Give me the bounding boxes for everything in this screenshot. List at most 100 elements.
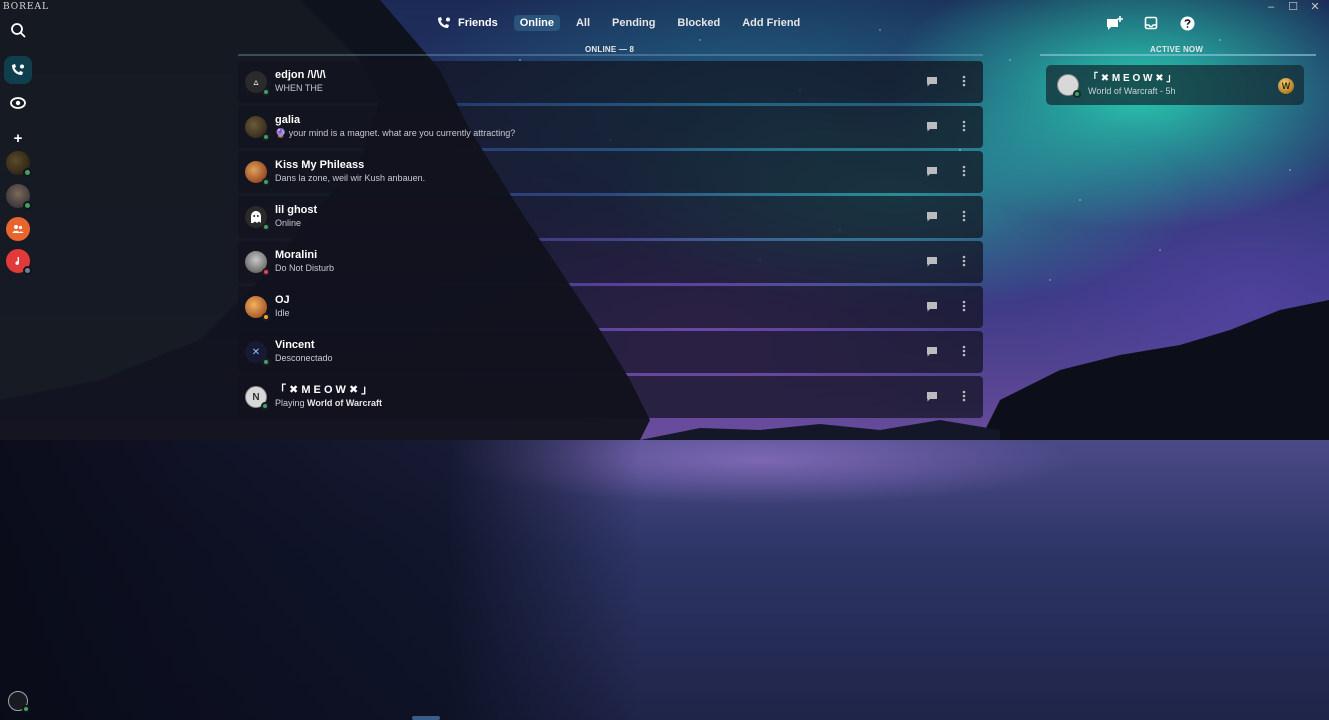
status-idle-icon	[262, 313, 270, 321]
chat-bubble-icon	[927, 391, 937, 401]
chat-bubble-icon	[927, 76, 937, 86]
maximize-button[interactable]: ☐	[1287, 1, 1299, 13]
message-button[interactable]	[925, 209, 939, 223]
more-options-button[interactable]	[957, 344, 971, 358]
inbox-icon	[1144, 16, 1158, 30]
tab-all[interactable]: All	[570, 15, 596, 31]
vertical-dots-icon	[962, 345, 966, 357]
friends-home-button[interactable]	[4, 56, 32, 84]
friends-phone-icon	[12, 64, 24, 75]
avatar-glyph: ▵	[253, 76, 259, 88]
server-icon[interactable]	[6, 151, 32, 177]
more-options-button[interactable]	[957, 254, 971, 268]
vertical-dots-icon	[962, 210, 966, 222]
server-icon[interactable]	[6, 184, 32, 210]
friend-name: Kiss My Phileass	[275, 159, 365, 171]
status-online-icon	[22, 705, 30, 713]
friend-row[interactable]: N 「 ✖ M E O W ✖ 」 Playing World of Warcr…	[238, 376, 983, 418]
friend-status-text: 🔮 your mind is a magnet. what are you cu…	[275, 128, 516, 138]
more-options-button[interactable]	[957, 209, 971, 223]
message-button[interactable]	[925, 344, 939, 358]
vertical-dots-icon	[962, 300, 966, 312]
status-online-icon	[262, 358, 270, 366]
chat-bubble-icon	[927, 346, 937, 356]
vertical-dots-icon	[962, 390, 966, 402]
help-button[interactable]	[1178, 14, 1196, 32]
status-online-icon	[262, 88, 270, 96]
status-online-icon	[23, 201, 32, 210]
status-offline-icon	[23, 266, 32, 275]
more-options-button[interactable]	[957, 119, 971, 133]
friends-heading: Friends	[436, 16, 498, 30]
avatar-glyph: N	[252, 391, 260, 403]
chat-bubble-icon	[927, 301, 937, 311]
search-button[interactable]	[4, 16, 32, 44]
friend-row[interactable]: OJ Idle	[238, 286, 983, 328]
friend-row[interactable]: Moralini Do Not Disturb	[238, 241, 983, 283]
tab-blocked[interactable]: Blocked	[671, 15, 726, 31]
tab-add-friend[interactable]: Add Friend	[736, 15, 806, 31]
avatar: ▵	[245, 71, 270, 96]
more-options-button[interactable]	[957, 164, 971, 178]
avatar: N	[245, 386, 269, 410]
activity-game: World of Warcraft	[307, 398, 383, 408]
group-dm-icon[interactable]	[6, 217, 30, 241]
status-online-icon	[262, 133, 270, 141]
friend-row[interactable]: galia 🔮 your mind is a magnet. what are …	[238, 106, 983, 148]
friends-top-nav: Friends Online All Pending Blocked Add F…	[436, 14, 812, 32]
avatar	[245, 206, 270, 231]
friend-name: lil ghost	[275, 204, 318, 216]
lake-reflection-shadow	[0, 440, 640, 720]
message-button[interactable]	[925, 74, 939, 88]
friend-row[interactable]: Kiss My Phileass Dans la zone, weil wir …	[238, 151, 983, 193]
more-options-button[interactable]	[957, 74, 971, 88]
minimize-button[interactable]: –	[1265, 1, 1277, 13]
help-icon	[1180, 16, 1194, 30]
message-button[interactable]	[925, 119, 939, 133]
friend-row[interactable]: ✕ Vincent Desconectado	[238, 331, 983, 373]
user-avatar[interactable]	[8, 691, 30, 713]
friend-name: edjon /\/\/\	[275, 69, 326, 81]
server-icon[interactable]	[6, 249, 32, 275]
vertical-dots-icon	[962, 255, 966, 267]
active-user-activity: World of Warcraft - 5h	[1088, 86, 1176, 96]
friends-list: ▵ edjon /\/\/\ WHEN THE galia 🔮 your min…	[238, 61, 983, 421]
more-options-button[interactable]	[957, 389, 971, 403]
music-note-icon	[15, 257, 20, 265]
status-online-icon	[261, 402, 269, 410]
status-online-icon	[262, 178, 270, 186]
message-button[interactable]	[925, 299, 939, 313]
discover-button[interactable]	[4, 89, 32, 117]
online-count-label: ONLINE — 8	[585, 45, 635, 54]
friend-name: galia	[275, 114, 301, 126]
message-button[interactable]	[925, 164, 939, 178]
avatar	[245, 251, 270, 276]
tab-online[interactable]: Online	[513, 15, 560, 31]
inbox-button[interactable]	[1142, 14, 1160, 32]
friend-row[interactable]: lil ghost Online	[238, 196, 983, 238]
friend-status-text: WHEN THE	[275, 83, 323, 93]
friend-row[interactable]: ▵ edjon /\/\/\ WHEN THE	[238, 61, 983, 103]
app-brand: BOREAL	[3, 2, 49, 12]
active-now-card[interactable]: 「 ✖ M E O W ✖ 」 World of Warcraft - 5h W	[1046, 65, 1304, 105]
avatar	[1057, 74, 1081, 98]
tab-pending[interactable]: Pending	[606, 15, 661, 31]
horizontal-scrollbar[interactable]	[412, 716, 440, 720]
chat-bubble-icon	[927, 211, 937, 221]
new-message-icon	[1107, 16, 1123, 30]
add-server-button[interactable]: +	[4, 124, 32, 152]
activity-prefix: Playing	[275, 398, 308, 408]
friend-status-text: Dans la zone, weil wir Kush anbauen.	[275, 173, 426, 183]
new-group-dm-button[interactable]	[1106, 14, 1124, 32]
vertical-dots-icon	[962, 75, 966, 87]
more-options-button[interactable]	[957, 299, 971, 313]
friends-title: Friends	[458, 17, 498, 29]
avatar	[245, 161, 270, 186]
chat-bubble-icon	[927, 256, 937, 266]
message-button[interactable]	[925, 389, 939, 403]
friend-name: 「 ✖ M E O W ✖ 」	[275, 384, 373, 396]
message-button[interactable]	[925, 254, 939, 268]
friend-status-text: Desconectado	[275, 353, 333, 363]
close-button[interactable]: ✕	[1309, 1, 1321, 13]
server-rail: +	[0, 14, 36, 720]
